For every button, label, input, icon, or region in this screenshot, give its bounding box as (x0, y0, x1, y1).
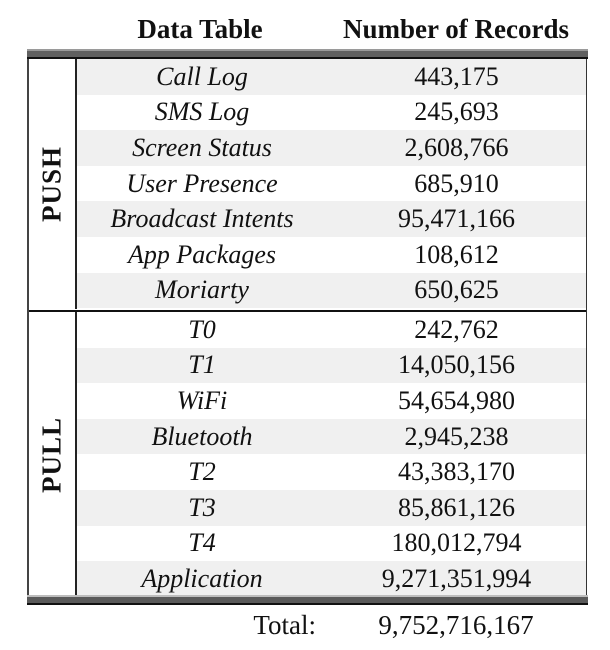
record-count: 242,762 (414, 314, 499, 344)
record-count: 180,012,794 (391, 528, 522, 558)
record-count: 95,471,166 (398, 204, 515, 234)
table-name: Call Log (156, 61, 248, 91)
record-count: 443,175 (414, 61, 499, 91)
total-value: 9,752,716,167 (378, 610, 534, 640)
table-row: Bluetooth 2,945,238 (77, 418, 586, 455)
table-row: Moriarty 650,625 (77, 272, 586, 309)
group-label-push: PUSH (36, 145, 67, 223)
record-count: 2,945,238 (404, 421, 509, 451)
table-row: App Packages 108,612 (77, 237, 586, 273)
group-label-cell-pull: PULL (29, 312, 77, 597)
record-count: 685,910 (414, 168, 499, 198)
record-count: 85,861,126 (398, 492, 515, 522)
pull-rows: T0 242,762 T1 14,050,156 WiFi 54,654,980 Bl… (77, 312, 586, 597)
table-name: T1 (188, 350, 216, 380)
table-row: T2 43,383,170 (77, 454, 586, 490)
table-name: T3 (188, 492, 216, 522)
top-double-rule (27, 49, 588, 59)
column-header-number-of-records: Number of Records (343, 14, 569, 44)
table-name: WiFi (176, 385, 228, 415)
record-count: 54,654,980 (398, 385, 515, 415)
total-label: Total: (253, 610, 316, 640)
record-count: 43,383,170 (398, 457, 515, 487)
table-name: Screen Status (132, 132, 272, 162)
record-count: 650,625 (414, 275, 499, 305)
table-row: User Presence 685,910 (77, 166, 586, 202)
table-row: T3 85,861,126 (77, 489, 586, 526)
record-count: 14,050,156 (398, 350, 515, 380)
table-name: User Presence (126, 168, 278, 198)
table-name: App Packages (127, 239, 276, 269)
table-row: T0 242,762 (77, 312, 586, 348)
record-count: 9,271,351,994 (381, 563, 532, 593)
table-row: Application 9,271,351,994 (77, 561, 586, 597)
record-count: 2,608,766 (404, 132, 509, 162)
table-row: Broadcast Intents 95,471,166 (77, 201, 586, 237)
record-count: 245,693 (414, 97, 499, 127)
group-label-cell-push: PUSH (29, 59, 77, 309)
push-rows: Call Log 443,175 SMS Log 245,693 Screen St… (77, 59, 586, 309)
table-name: Broadcast Intents (110, 204, 294, 234)
records-table: PUSH Call Log 443,175 SMS Log 245,693 Scre… (27, 59, 587, 597)
column-header-data-table: Data Table (137, 14, 263, 44)
table-row: SMS Log 245,693 (77, 95, 586, 131)
table-row: Call Log 443,175 (77, 59, 586, 95)
bottom-double-rule (27, 595, 588, 605)
table-row: T4 180,012,794 (77, 526, 586, 562)
table-name: T0 (188, 314, 216, 344)
table-name: Application (141, 563, 263, 593)
table-row: WiFi 54,654,980 (77, 383, 586, 419)
table-name: Moriarty (155, 275, 249, 305)
table-name: SMS Log (154, 97, 250, 127)
table-row: T1 14,050,156 (77, 347, 586, 384)
table-row: Screen Status 2,608,766 (77, 130, 586, 166)
record-count: 108,612 (414, 239, 499, 269)
table-name: T4 (188, 528, 216, 558)
group-push: PUSH Call Log 443,175 SMS Log 245,693 Scre… (29, 59, 586, 309)
table-name: Bluetooth (151, 421, 253, 451)
group-label-pull: PULL (36, 416, 67, 493)
table-name: T2 (188, 457, 216, 487)
group-pull: PULL T0 242,762 T1 14,050,156 WiFi 54,654,9… (29, 310, 586, 597)
